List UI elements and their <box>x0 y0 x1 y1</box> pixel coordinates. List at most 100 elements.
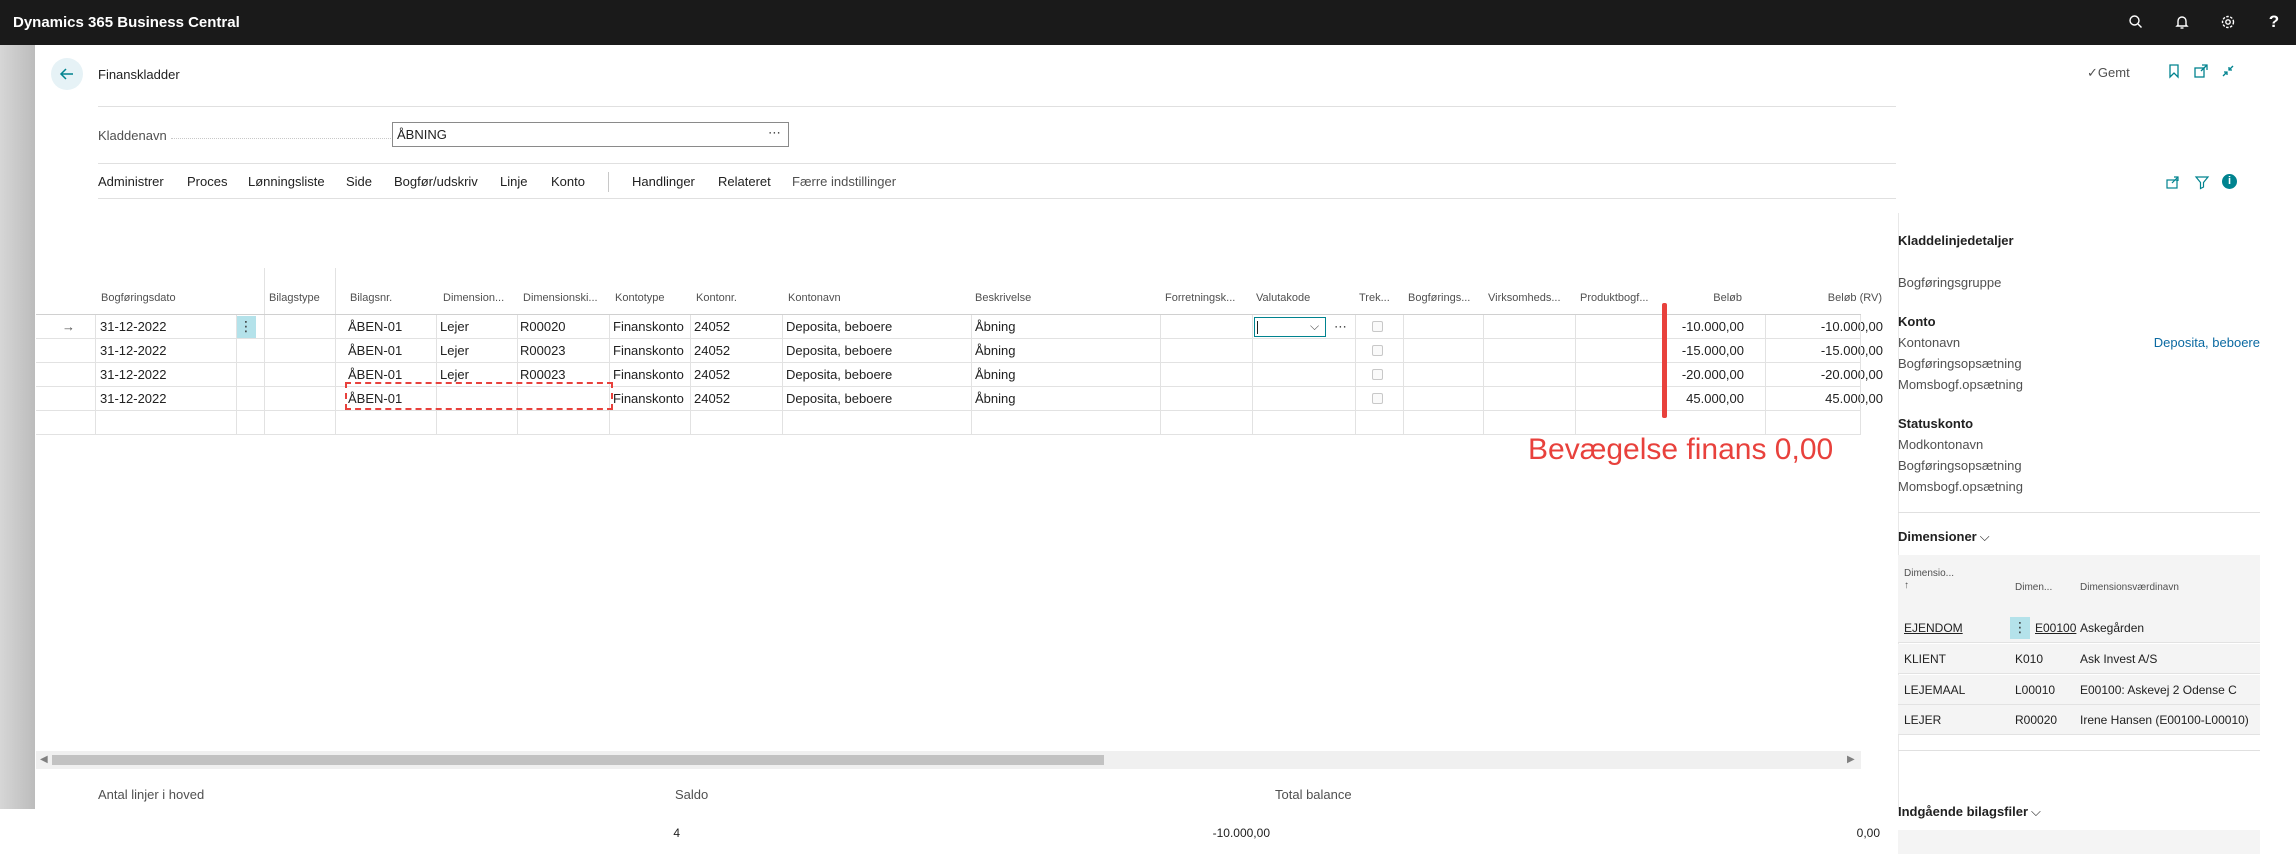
trek-checkbox[interactable] <box>1372 393 1383 404</box>
menu-lonningsliste[interactable]: Lønningsliste <box>248 174 325 189</box>
col-header-produktbogforing[interactable]: Produktbogf... <box>1580 292 1656 304</box>
cell-kontonr[interactable]: 24052 <box>694 315 730 339</box>
bookmark-icon[interactable] <box>2167 63 2181 79</box>
dim-value[interactable]: L00010 <box>2015 675 2055 705</box>
dim-code[interactable]: LEJER <box>1904 705 1941 735</box>
valutakode-dropdown[interactable]: ⌵ <box>1254 317 1326 337</box>
cell-belob[interactable]: -20.000,00 <box>1676 363 1744 387</box>
menu-linje[interactable]: Linje <box>500 174 527 189</box>
bell-icon[interactable] <box>2172 12 2192 32</box>
scroll-right-icon[interactable]: ▶ <box>1847 754 1855 765</box>
cell-dimension[interactable]: Lejer <box>440 315 469 339</box>
cell-date[interactable]: 31-12-2022 <box>100 363 167 387</box>
col-header-dimensionskode[interactable]: Dimensionski... <box>523 292 599 304</box>
dim-row[interactable]: KLIENT K010 Ask Invest A/S <box>1898 644 2260 674</box>
table-row[interactable]: → 31-12-2022 ⋮ ÅBEN-01 Lejer R00020 Fina… <box>36 315 1883 339</box>
menu-administrer[interactable]: Administrer <box>98 174 164 189</box>
col-header-bilagstype[interactable]: Bilagstype <box>269 292 320 304</box>
kladdenavn-field[interactable]: ÅBNING ⋯ <box>392 122 789 147</box>
cell-belob-rv[interactable]: -15.000,00 <box>1754 339 1883 363</box>
cell-belob-rv[interactable]: -10.000,00 <box>1754 315 1883 339</box>
row-menu-button[interactable]: ⋮ <box>236 316 256 338</box>
dim-row[interactable]: LEJER R00020 Irene Hansen (E00100-L00010… <box>1898 705 2260 735</box>
collapse-icon[interactable] <box>2220 63 2236 79</box>
trek-checkbox[interactable] <box>1372 369 1383 380</box>
trek-checkbox[interactable] <box>1372 321 1383 332</box>
col-header-bogforingsdato[interactable]: Bogføringsdato <box>101 292 176 304</box>
cell-beskrivelse[interactable]: Åbning <box>975 387 1015 411</box>
cell-kontonavn[interactable]: Deposita, beboere <box>786 339 892 363</box>
col-header-bogforingstype[interactable]: Bogførings... <box>1408 292 1474 304</box>
cell-dimensionskode[interactable]: R00020 <box>520 315 566 339</box>
cell-kontonr[interactable]: 24052 <box>694 387 730 411</box>
col-header-forretningskode[interactable]: Forretningsk... <box>1165 292 1240 304</box>
col-header-dimension[interactable]: Dimension... <box>443 292 505 304</box>
cell-bilagsnr[interactable]: ÅBEN-01 <box>348 315 402 339</box>
cell-date[interactable]: 31-12-2022 <box>100 387 167 411</box>
filter-icon[interactable] <box>2194 174 2210 190</box>
cell-kontonr[interactable]: 24052 <box>694 339 730 363</box>
cell-kontotype[interactable]: Finanskonto <box>613 363 684 387</box>
col-header-trek[interactable]: Trek... <box>1359 292 1389 304</box>
dim-value[interactable]: E00100 <box>2035 613 2076 643</box>
table-row[interactable]: 31-12-2022 ÅBEN-01 Finanskonto 24052 Dep… <box>36 387 1883 411</box>
empty-new-row[interactable] <box>36 411 1861 435</box>
more-options-button[interactable]: ⋯ <box>1334 315 1347 339</box>
cell-kontotype[interactable]: Finanskonto <box>613 339 684 363</box>
attachments-area[interactable] <box>1898 830 2260 854</box>
col-header-virksomhedsbogforing[interactable]: Virksomheds... <box>1488 292 1566 304</box>
cell-bilagsnr[interactable]: ÅBEN-01 <box>348 339 402 363</box>
menu-relateret[interactable]: Relateret <box>718 174 771 189</box>
app-title[interactable]: Dynamics 365 Business Central <box>13 14 240 31</box>
menu-bogfor-udskriv[interactable]: Bogfør/udskriv <box>394 174 478 189</box>
cell-belob[interactable]: -15.000,00 <box>1676 339 1744 363</box>
dim-header-dimension[interactable]: Dimensio... <box>1904 568 1954 579</box>
horizontal-scrollbar[interactable]: ◀ ▶ <box>36 751 1861 769</box>
dim-header-value[interactable]: Dimen... <box>2015 582 2052 593</box>
fb-indgaende-title[interactable]: Indgående bilagsfiler ⌵ <box>1898 804 2041 820</box>
help-icon[interactable]: ? <box>2264 12 2284 32</box>
row-menu-button[interactable]: ⋮ <box>2010 617 2030 639</box>
menu-faerre-indstillinger[interactable]: Færre indstillinger <box>792 174 896 189</box>
dim-row[interactable]: LEJEMAAL L00010 E00100: Askevej 2 Odense… <box>1898 675 2260 705</box>
menu-proces[interactable]: Proces <box>187 174 227 189</box>
open-new-window-icon[interactable] <box>2193 63 2209 79</box>
col-header-bilagsnr[interactable]: Bilagsnr. <box>350 292 392 304</box>
table-row[interactable]: 31-12-2022 ÅBEN-01 Lejer R00023 Finansko… <box>36 339 1883 363</box>
menu-konto[interactable]: Konto <box>551 174 585 189</box>
cell-belob-rv[interactable]: 45.000,00 <box>1754 387 1883 411</box>
cell-belob[interactable]: -10.000,00 <box>1676 315 1744 339</box>
menu-side[interactable]: Side <box>346 174 372 189</box>
dim-code[interactable]: KLIENT <box>1904 644 1946 674</box>
cell-kontonr[interactable]: 24052 <box>694 363 730 387</box>
kladdenavn-lookup-button[interactable]: ⋯ <box>768 125 781 141</box>
cell-date[interactable]: 31-12-2022 <box>100 339 167 363</box>
fb-kontonavn-link[interactable]: Deposita, beboere <box>2120 335 2260 350</box>
fb-dimensioner-title[interactable]: Dimensioner ⌵ <box>1898 529 1990 545</box>
cell-kontonavn[interactable]: Deposita, beboere <box>786 363 892 387</box>
info-icon[interactable]: i <box>2222 174 2237 189</box>
col-header-beskrivelse[interactable]: Beskrivelse <box>975 292 1031 304</box>
dim-value[interactable]: R00020 <box>2015 705 2057 735</box>
scroll-left-icon[interactable]: ◀ <box>40 754 48 765</box>
col-header-belob[interactable]: Beløb <box>1682 292 1742 304</box>
cell-beskrivelse[interactable]: Åbning <box>975 363 1015 387</box>
col-header-kontonavn[interactable]: Kontonavn <box>788 292 841 304</box>
cell-date[interactable]: 31-12-2022 <box>100 315 167 339</box>
col-header-kontotype[interactable]: Kontotype <box>615 292 665 304</box>
dim-header-name[interactable]: Dimensionsværdinavn <box>2080 582 2179 593</box>
table-row[interactable]: 31-12-2022 ÅBEN-01 Lejer R00023 Finansko… <box>36 363 1883 387</box>
col-header-kontonr[interactable]: Kontonr. <box>696 292 737 304</box>
col-header-valutakode[interactable]: Valutakode <box>1256 292 1310 304</box>
cell-dimension[interactable]: Lejer <box>440 339 469 363</box>
cell-belob-rv[interactable]: -20.000,00 <box>1754 363 1883 387</box>
back-button[interactable] <box>51 58 83 90</box>
dim-row[interactable]: EJENDOM ⋮ E00100 Askegården <box>1898 613 2260 643</box>
dim-code[interactable]: LEJEMAAL <box>1904 675 1965 705</box>
cell-beskrivelse[interactable]: Åbning <box>975 315 1015 339</box>
share-icon[interactable] <box>2165 174 2181 190</box>
col-header-belob-rv[interactable]: Beløb (RV) <box>1753 292 1882 304</box>
cell-kontonavn[interactable]: Deposita, beboere <box>786 387 892 411</box>
cell-kontotype[interactable]: Finanskonto <box>613 387 684 411</box>
cell-beskrivelse[interactable]: Åbning <box>975 339 1015 363</box>
